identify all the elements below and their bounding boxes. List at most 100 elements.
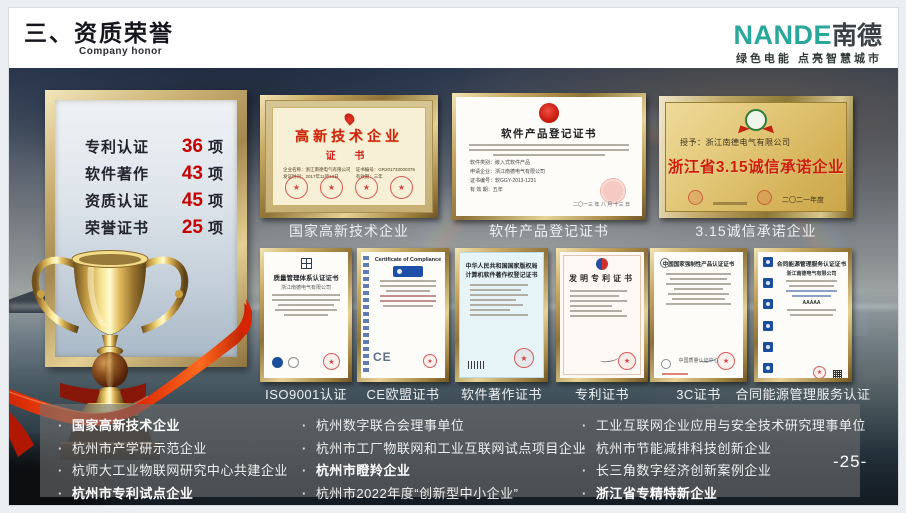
cert-title: 软件产品登记证书	[456, 126, 642, 141]
honors-column-1: ·国家高新技术企业 ·杭州市产学研示范企业 ·杭师大工业物联网研究中心共建企业 …	[58, 415, 288, 505]
cert-title: 发明专利证书	[560, 273, 644, 284]
bullet-icon: ·	[58, 486, 63, 501]
issuer-signature	[713, 202, 747, 205]
bullet-icon: ·	[58, 418, 63, 433]
bullet-icon: ·	[582, 463, 587, 478]
cert-title: 计算机软件著作权登记证书	[460, 270, 543, 279]
honor-item: ·浙江省专精特新企业	[582, 483, 866, 506]
honor-item: ·长三角数字经济创新案例企业	[582, 460, 866, 483]
page-subtitle: Company honor	[79, 46, 162, 57]
seal-icon: ★	[813, 366, 826, 378]
slide: 三、资质荣誉 Company honor NANDE南德 绿色电能 点亮智慧城市…	[9, 8, 898, 505]
national-emblem-icon	[539, 103, 559, 123]
page-title: 三、资质荣誉	[24, 14, 174, 48]
honor-item: ·国家高新技术企业	[58, 415, 288, 438]
certificate-315-integrity: 授予：浙江南德电气有限公司 浙江省3.15诚信承诺企业 二〇二一年度	[659, 96, 853, 218]
gec-logo-icon	[763, 342, 773, 352]
bullet-icon: ·	[582, 418, 587, 433]
seal-icon	[757, 190, 772, 205]
cert-company: 浙江南德电气有限公司	[775, 270, 848, 277]
seal-icon: ★	[423, 354, 437, 368]
stat-unit: 项	[208, 190, 223, 211]
certificate-hitech: 高新技术企业 证 书 企业名称：浙江南德电气有限公司发证时间：2017年11月1…	[260, 95, 438, 218]
seal-icon	[688, 190, 703, 205]
bullet-icon: ·	[302, 441, 307, 456]
cnas-logo-icon	[288, 357, 299, 368]
cert-title: 合同能源管理服务认证证书	[775, 259, 848, 268]
gec-logo-icon	[763, 321, 773, 331]
gec-logo-icon	[763, 299, 773, 309]
honor-item: ·杭州市产学研示范企业	[58, 438, 288, 461]
stat-unit: 项	[208, 163, 223, 184]
cert-field: 企业名称：浙江南德电气有限公司	[283, 166, 351, 173]
caption-energy: 合同能源管理服务认证	[724, 384, 882, 403]
cert-title: 高新技术企业	[273, 126, 425, 146]
bullet-icon: ·	[58, 463, 63, 478]
gec-logo-column	[761, 257, 774, 373]
honors-column-2: ·杭州数字联合会理事单位 ·杭州市工厂物联网和工业互联网试点项目企业 ·杭州市瞪…	[302, 415, 586, 505]
certificate-energy-management: 合同能源管理服务认证证书 浙江南德电气有限公司 AAAAA ★	[754, 248, 852, 382]
presentation-stage: 三、资质荣誉 Company honor NANDE南德 绿色电能 点亮智慧城市…	[0, 0, 906, 513]
honors-column-3: ·工业互联网企业应用与安全技术研究理事单位 ·杭州市节能减排科技创新企业 ·长三…	[582, 415, 866, 505]
flame-icon	[342, 111, 356, 125]
iaf-logo-icon	[272, 357, 283, 368]
cert-date: 二〇一三 年 八 月 十三 日	[573, 201, 630, 208]
honor-item: ·杭州数字联合会理事单位	[302, 415, 586, 438]
cert-field: 申请企业：浙江南德电气有限公司	[470, 168, 642, 175]
stat-row: 专利认证 36 项	[55, 136, 237, 163]
seal-icon: ★	[390, 176, 413, 199]
honor-item: ·工业互联网企业应用与安全技术研究理事单位	[582, 415, 866, 438]
seal-icon: ★	[285, 176, 308, 199]
cert-title: 质量管理体系认证证书	[264, 272, 348, 282]
ce-mark: CE	[373, 350, 392, 364]
gec-logo-icon	[763, 257, 773, 267]
certificate-software-registration: 软件产品登记证书 软件类别：嵌入式软件产品 申请企业：浙江南德电气有限公司 证书…	[452, 93, 646, 220]
qr-code	[833, 370, 842, 378]
honor-item: ·杭州市专利试点企业	[58, 483, 288, 506]
cert-title: Certificate of Compliance	[371, 257, 445, 263]
company-slogan: 绿色电能 点亮智慧城市	[736, 50, 882, 66]
cert-field: 证书编号：GR201733000376	[356, 166, 415, 173]
company-logo: NANDE南德	[733, 16, 882, 52]
certificate-iso9001: 质量管理体系认证证书 浙江南德电气有限公司 ★	[260, 248, 352, 382]
edition-note	[662, 373, 688, 375]
page-number: -25-	[833, 452, 867, 472]
iso-emblem-icon	[301, 258, 312, 269]
cert-title-top: 中华人民共和国国家版权局	[460, 261, 543, 270]
seal-icon: ★	[514, 348, 534, 368]
stat-unit: 项	[208, 136, 223, 157]
stat-label: 软件著作	[85, 163, 149, 184]
cnipa-logo-icon	[596, 258, 608, 270]
caption-hitech: 国家高新技术企业	[260, 221, 438, 241]
bullet-icon: ·	[582, 486, 587, 501]
bullet-icon: ·	[582, 441, 587, 456]
cert-grade: AAAAA	[775, 300, 848, 306]
seal-icon: ★	[320, 176, 343, 199]
cert-subtitle: 证 书	[273, 147, 425, 162]
bullet-icon: ·	[302, 463, 307, 478]
signature	[600, 355, 619, 363]
stat-row: 资质认证 45 项	[55, 190, 237, 217]
honor-item: ·杭师大工业物联网研究中心共建企业	[58, 460, 288, 483]
green-badge-icon	[745, 109, 767, 131]
gec-logo-icon	[763, 363, 773, 373]
slide-header: 三、资质荣誉 Company honor NANDE南德 绿色电能 点亮智慧城市	[9, 8, 898, 68]
ccc-logo-icon	[660, 258, 670, 268]
stats-list: 专利认证 36 项 软件著作 43 项 资质认证 45 项	[55, 136, 237, 244]
bullet-icon: ·	[58, 441, 63, 456]
bullet-icon: ·	[302, 486, 307, 501]
red-seals: ★ ★ ★ ★	[273, 176, 425, 199]
cert-year: 二〇二一年度	[782, 195, 824, 205]
cqc-logo-icon	[661, 359, 671, 369]
stat-label: 资质认证	[85, 190, 149, 211]
honor-item: ·杭州市2022年度“创新型中小企业”	[302, 483, 586, 506]
logo-wordmark-en: NANDE	[733, 20, 832, 50]
seal-icon: ★	[717, 352, 735, 370]
seal-icon: ★	[618, 352, 636, 370]
honor-item: ·杭州市节能减排科技创新企业	[582, 438, 866, 461]
seal-icon: ★	[355, 176, 378, 199]
stat-value: 43	[182, 163, 203, 185]
barcode	[468, 361, 484, 369]
caption-software-registration: 软件产品登记证书	[452, 221, 646, 241]
stat-label: 专利认证	[85, 136, 149, 157]
